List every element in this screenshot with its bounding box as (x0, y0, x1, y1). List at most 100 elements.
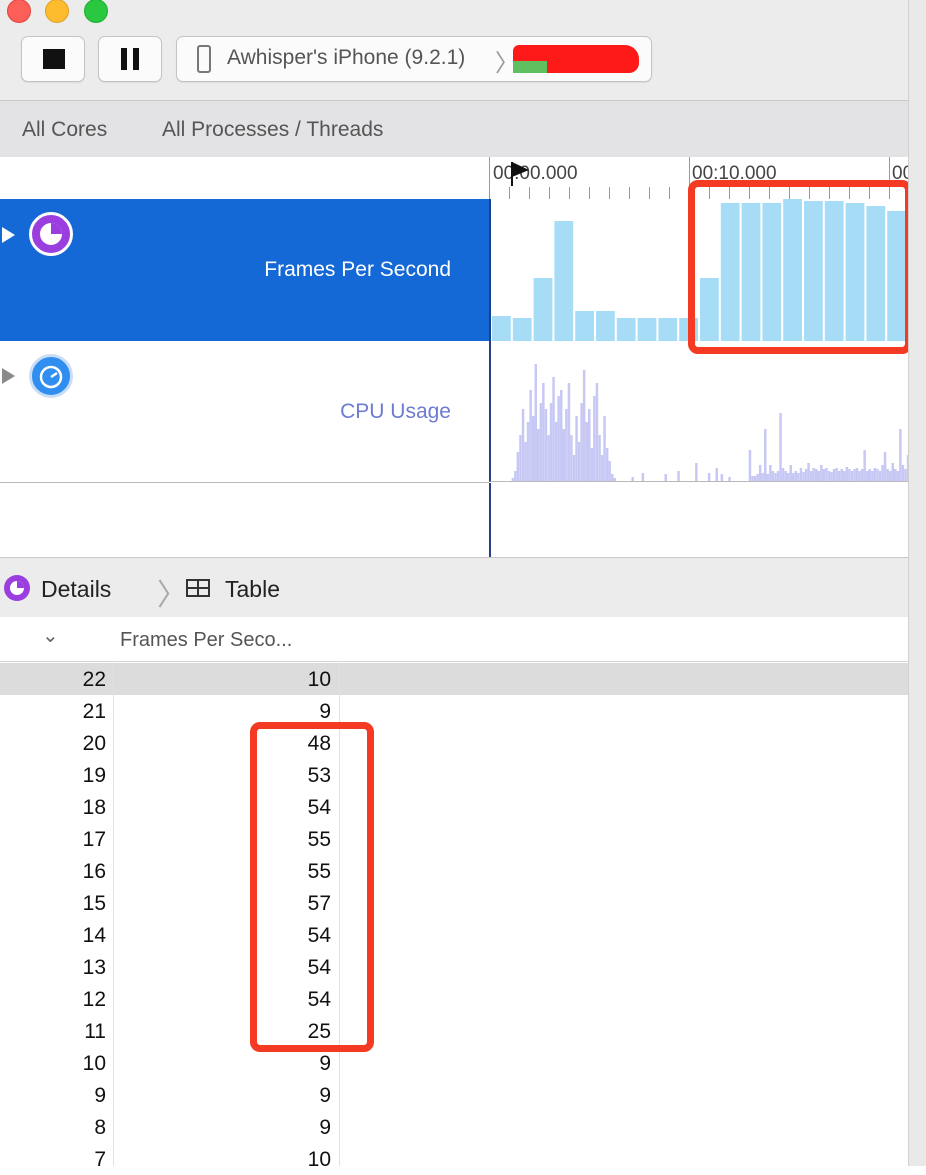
cpu-bar (575, 416, 578, 481)
cpu-bar (549, 403, 553, 481)
cpu-bar (807, 463, 810, 481)
cpu-track-header[interactable]: CPU Usage (0, 341, 489, 483)
fps-bar (512, 318, 532, 341)
table-row[interactable]: 16 55 (0, 855, 908, 887)
cpu-bar (809, 471, 813, 481)
sample-index-cell: 9 (94, 1084, 106, 1107)
fps-value-cell: 10 (307, 668, 331, 691)
cpu-bar (848, 469, 851, 481)
cpu-track-title: CPU Usage (340, 400, 451, 423)
cpu-bar (529, 390, 532, 481)
cpu-bar (567, 383, 571, 481)
cpu-bar (769, 465, 772, 481)
details-jump-bar: Details 〉 Table (0, 557, 908, 618)
table-row[interactable]: 20 48 (0, 727, 908, 759)
close-window-button[interactable] (7, 0, 31, 23)
breadcrumb-separator: 〉 (157, 579, 187, 612)
table-row[interactable]: 15 57 (0, 887, 908, 919)
table-row[interactable]: 14 54 (0, 919, 908, 951)
cpu-bar (565, 409, 568, 481)
cpu-bar (664, 474, 667, 481)
cpu-bar (794, 471, 798, 481)
cpu-bar (774, 473, 777, 481)
cpu-bar (797, 473, 800, 481)
cpu-bar (526, 422, 530, 481)
table-body[interactable]: 22 10 21 9 20 48 19 53 18 54 17 55 16 55 15 57 14 54 13 54 1… (0, 663, 908, 1171)
cpu-bar (748, 450, 752, 481)
disclosure-triangle-icon[interactable] (2, 368, 15, 384)
table-row[interactable]: 21 9 (0, 695, 908, 727)
fps-column-header[interactable]: Frames Per Seco... (120, 629, 292, 652)
cpu-bar (557, 396, 560, 481)
cpu-bar (570, 435, 573, 481)
scope-bar: All Cores All Processes / Threads (0, 101, 908, 157)
table-row[interactable]: 11 25 (0, 1015, 908, 1047)
cpu-bar (822, 469, 826, 481)
cpu-bar (728, 477, 731, 481)
table-row[interactable]: 99 (0, 1079, 908, 1111)
cpu-bar (799, 468, 803, 481)
cpu-bar (843, 471, 846, 481)
cpu-bar (605, 448, 609, 481)
cpu-graph[interactable] (489, 341, 908, 482)
cpu-bar (860, 469, 864, 481)
window-edge (908, 0, 926, 1166)
cpu-bar (590, 448, 594, 481)
table-row[interactable]: 13 54 (0, 951, 908, 983)
cpu-bar (815, 469, 818, 481)
table-row[interactable]: 19 53 (0, 759, 908, 791)
sample-index-cell: 20 (82, 732, 106, 755)
disclosure-triangle-icon[interactable] (2, 227, 15, 243)
cpu-bar (871, 471, 874, 481)
cpu-bar (789, 465, 792, 481)
cpu-bar (855, 468, 859, 481)
cpu-bar (899, 429, 902, 481)
cpu-bar (582, 370, 586, 481)
cpu-bar (863, 450, 866, 481)
zoom-window-button[interactable] (84, 0, 108, 23)
cpu-bar (641, 473, 645, 481)
table-row[interactable]: 89 (0, 1111, 908, 1143)
all-processes-filter[interactable]: All Processes / Threads (162, 118, 383, 142)
cpu-bar (753, 476, 757, 481)
stop-recording-button[interactable] (21, 36, 85, 82)
table-row[interactable]: 7 10 (0, 1143, 908, 1175)
fps-value-cell: 9 (319, 1116, 331, 1139)
cpu-bar (812, 468, 815, 481)
table-row[interactable]: 18 54 (0, 791, 908, 823)
table-view-crumb[interactable]: Table (225, 576, 280, 603)
device-target-selector[interactable]: Awhisper's iPhone (9.2.1) 〉 (176, 36, 652, 82)
fps-track-header[interactable]: Frames Per Second (0, 199, 489, 341)
cpu-bar (715, 468, 718, 481)
table-row[interactable]: 12 54 (0, 983, 908, 1015)
cpu-bar (613, 478, 616, 481)
sample-index-cell: 11 (84, 1020, 106, 1043)
table-row[interactable]: 22 10 (0, 663, 908, 695)
table-row[interactable]: 10 9 (0, 1047, 908, 1079)
fps-value-cell: 10 (307, 1148, 331, 1171)
sample-index-cell: 22 (82, 668, 106, 691)
table-header: ⌄ Frames Per Seco... (0, 617, 908, 662)
cpu-bar (904, 469, 907, 481)
playhead-flag-icon[interactable] (509, 160, 531, 186)
cpu-bar (562, 429, 565, 481)
cpu-bar (764, 429, 767, 481)
sample-index-cell: 12 (82, 988, 106, 1011)
cpu-bar (611, 474, 614, 481)
fps-instrument-icon (4, 575, 30, 601)
table-row[interactable]: 17 55 (0, 823, 908, 855)
cpu-bar (901, 465, 905, 481)
details-crumb[interactable]: Details (41, 576, 111, 603)
cpu-bar (534, 364, 537, 481)
ruler-tick (669, 187, 670, 199)
empty-track-area (0, 483, 489, 557)
cpu-bar (560, 390, 563, 481)
chevron-down-icon[interactable]: ⌄ (42, 623, 59, 648)
cpu-bar (766, 474, 769, 481)
pause-recording-button[interactable] (98, 36, 162, 82)
minimize-window-button[interactable] (45, 0, 69, 23)
cpu-bar (817, 471, 820, 481)
all-cores-filter[interactable]: All Cores (22, 118, 107, 142)
ruler-tick (529, 187, 530, 199)
cpu-bar (608, 461, 611, 481)
